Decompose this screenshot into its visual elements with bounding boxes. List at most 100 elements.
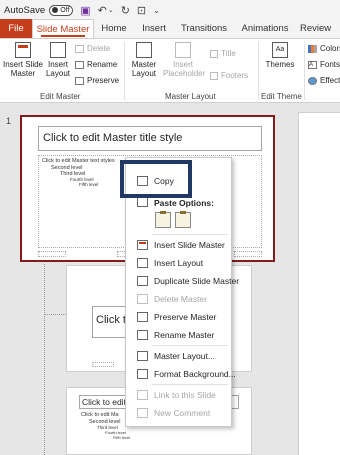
colors-icon xyxy=(308,44,317,53)
level-5-text: Fifth level xyxy=(113,435,131,440)
pin-icon xyxy=(137,312,148,322)
master-title-placeholder: Click to edit Master title style xyxy=(38,126,262,151)
footers-checkbox[interactable]: Footers xyxy=(210,71,248,80)
insert-slide-master-label: Insert Slide Master xyxy=(2,60,44,78)
tab-slide-master[interactable]: Slide Master xyxy=(32,19,94,38)
undo-icon[interactable]: ↶ xyxy=(98,4,107,17)
tab-home[interactable]: Home xyxy=(94,19,134,38)
insert-layout-icon xyxy=(137,258,148,268)
master-layout-label: Master Layout xyxy=(131,60,157,78)
slide-canvas[interactable] xyxy=(298,112,340,455)
slideshow-icon[interactable]: ⊡ xyxy=(137,4,146,17)
menu-item-link-to-slide[interactable]: Link to this Slide xyxy=(126,386,231,404)
comment-icon xyxy=(137,408,148,418)
effects-button[interactable]: Effects xyxy=(308,76,340,85)
menu-item-label: Insert Layout xyxy=(154,258,204,268)
themes-button[interactable]: Aa Themes xyxy=(263,42,297,69)
master-layout-icon xyxy=(137,351,148,361)
redo-icon[interactable]: ↻ xyxy=(121,4,130,17)
group-divider xyxy=(258,42,259,100)
menu-item-rename-master[interactable]: Rename Master xyxy=(126,326,231,344)
insert-slide-master-icon xyxy=(137,240,148,250)
ribbon-tabs: File Slide Master Home Insert Transition… xyxy=(0,19,340,39)
date-placeholder xyxy=(92,362,114,367)
ribbon: Insert Slide Master Insert Layout Delete… xyxy=(0,39,340,103)
tab-animations[interactable]: Animations xyxy=(234,19,296,38)
menu-item-label: Delete Master xyxy=(154,294,207,304)
effects-label: Effects xyxy=(320,76,340,85)
autosave-toggle[interactable]: Off xyxy=(49,4,74,16)
level-5-text: Fifth level xyxy=(79,182,99,187)
fonts-icon: A xyxy=(308,60,317,69)
menu-item-master-layout[interactable]: Master Layout... xyxy=(126,347,231,365)
menu-item-insert-layout[interactable]: Insert Layout xyxy=(126,254,231,272)
effects-icon xyxy=(308,76,317,85)
menu-item-label: Master Layout... xyxy=(154,351,215,361)
delete-icon xyxy=(137,294,148,304)
footers-checkbox-box xyxy=(210,71,218,80)
fonts-label: Fonts xyxy=(320,60,340,69)
themes-label: Themes xyxy=(265,60,295,69)
title-checkbox[interactable]: Title xyxy=(210,49,236,58)
insert-slide-master-button[interactable]: Insert Slide Master xyxy=(2,42,44,78)
menu-item-format-background[interactable]: Format Background... xyxy=(126,365,236,383)
menu-separator xyxy=(152,384,228,385)
rename-icon xyxy=(75,60,84,69)
paste-icon xyxy=(137,197,148,207)
level-1-text: Click to edit Master text styles xyxy=(42,158,115,164)
level-1-text: Click to edit Ma xyxy=(81,412,119,418)
menu-item-new-comment[interactable]: New Comment xyxy=(126,404,231,422)
menu-item-insert-slide-master[interactable]: Insert Slide Master xyxy=(126,236,231,254)
insert-layout-icon xyxy=(50,42,66,58)
delete-label: Delete xyxy=(87,44,111,53)
toggle-knob xyxy=(52,7,59,13)
menu-item-label: Rename Master xyxy=(154,330,215,340)
rename-label: Rename xyxy=(87,60,118,69)
delete-button[interactable]: Delete xyxy=(75,44,110,53)
insert-layout-button[interactable]: Insert Layout xyxy=(44,42,72,78)
autosave-toggle-state: Off xyxy=(60,6,70,14)
undo-dropdown-icon[interactable]: ⌄ xyxy=(108,6,114,14)
insert-placeholder-button[interactable]: Insert Placeholder xyxy=(163,42,206,78)
date-placeholder xyxy=(38,251,66,257)
rename-button[interactable]: Rename xyxy=(75,60,117,69)
fonts-button[interactable]: A Fonts xyxy=(308,60,340,69)
menu-item-duplicate-slide-master[interactable]: Duplicate Slide Master xyxy=(126,272,239,290)
paste-options-heading: Paste Options: xyxy=(154,198,214,208)
rename-icon xyxy=(137,330,148,340)
insert-placeholder-label: Insert Placeholder xyxy=(163,60,206,78)
menu-item-label: Duplicate Slide Master xyxy=(154,276,240,286)
paste-keep-formatting-icon[interactable] xyxy=(155,211,171,228)
layout-connector xyxy=(44,264,45,455)
preserve-button[interactable]: Preserve xyxy=(75,76,119,85)
colors-button[interactable]: Colors xyxy=(308,44,340,53)
group-divider xyxy=(124,42,125,100)
group-divider xyxy=(304,42,305,100)
customize-toolbar-icon[interactable]: ⌄ xyxy=(153,6,160,15)
tab-transitions[interactable]: Transitions xyxy=(174,19,234,38)
link-icon xyxy=(137,390,148,400)
menu-item-delete-master[interactable]: Delete Master xyxy=(126,290,231,308)
insert-slide-master-icon xyxy=(15,42,31,58)
menu-item-preserve-master[interactable]: Preserve Master xyxy=(126,308,231,326)
colors-label: Colors xyxy=(320,44,340,53)
menu-item-label: New Comment xyxy=(154,408,211,418)
autosave-label: AutoSave xyxy=(4,4,46,16)
paste-picture-icon[interactable] xyxy=(175,211,191,228)
master-layout-button[interactable]: Master Layout xyxy=(127,42,161,78)
group-label-edit-theme: Edit Theme xyxy=(261,92,302,101)
title-checkbox-label: Title xyxy=(221,49,236,58)
save-icon[interactable]: ▣ xyxy=(80,4,90,17)
copy-highlight-box xyxy=(120,160,192,198)
layout-connector xyxy=(44,314,66,315)
master-layout-icon xyxy=(136,42,152,58)
title-checkbox-box xyxy=(210,49,218,58)
tab-file[interactable]: File xyxy=(0,19,32,38)
group-label-master-layout: Master Layout xyxy=(165,92,216,101)
insert-placeholder-icon xyxy=(175,42,191,58)
tab-review[interactable]: Review xyxy=(296,19,340,38)
themes-icon: Aa xyxy=(272,42,288,58)
menu-item-label: Format Background... xyxy=(154,369,236,379)
tab-insert[interactable]: Insert xyxy=(134,19,174,38)
footers-checkbox-label: Footers xyxy=(221,71,249,80)
